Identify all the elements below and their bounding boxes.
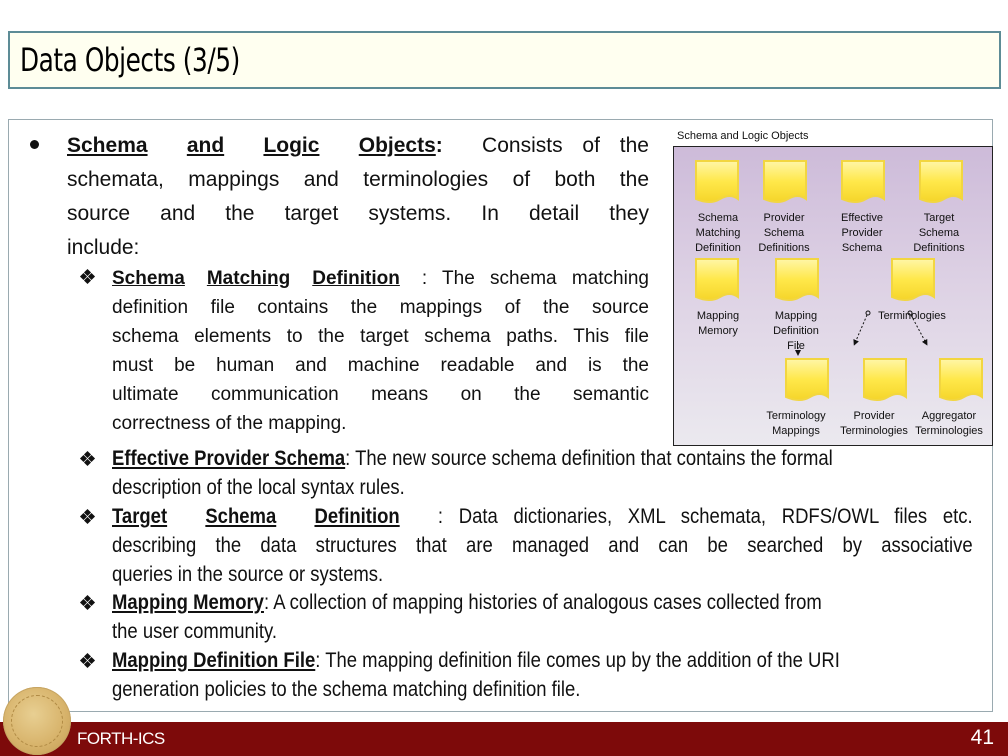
main-bullet-line-2: schemata, mappings and terminologies of … — [67, 168, 649, 191]
term-word: Target — [112, 505, 168, 528]
document-icon — [919, 160, 963, 203]
term-word: Logic — [263, 134, 320, 157]
sub-bullet-text: : The mapping definition file comes up b… — [315, 649, 840, 672]
diamond-bullet-icon — [79, 450, 96, 467]
term-word: Matching — [206, 268, 291, 289]
diamond-bullet-icon — [79, 652, 96, 669]
term: Mapping Definition File — [112, 649, 316, 672]
sub-bullet-2-line-1: Effective Provider Schema: The new sourc… — [112, 445, 973, 473]
sub-bullet-3-line-1: Target Schema Definition : Data dictiona… — [112, 503, 973, 531]
label-line: Schema — [918, 227, 960, 239]
sub-bullet-1-line-6: correctness of the mapping. — [112, 413, 347, 434]
main-bullet-text: Consists of the — [482, 134, 649, 157]
document-icon — [763, 160, 807, 203]
term: Mapping Memory — [112, 591, 264, 614]
label-line: Definitions — [913, 242, 965, 254]
footer-org: FORTH-ICS — [77, 729, 165, 748]
term: Effective Provider Schema — [112, 447, 346, 470]
slide-title: Data Objects (3/5) — [20, 41, 240, 79]
label-line: Aggregator — [921, 410, 977, 422]
diagram-title: Schema and Logic Objects — [677, 130, 809, 142]
sub-bullet-5-line-1: Mapping Definition File: The mapping def… — [112, 647, 973, 675]
term-word: Definition — [312, 268, 400, 289]
sub-bullet-3-line-3: queries in the source or systems. — [112, 563, 384, 586]
document-icon — [841, 160, 885, 203]
document-icon — [863, 358, 907, 401]
term-word: Schema — [205, 505, 277, 528]
term-word-wrap: Objects: — [359, 132, 443, 160]
term-colon: : — [435, 134, 443, 157]
sub-bullet-1-line-3: schema elements to the target schema pat… — [112, 326, 649, 347]
diamond-bullet-icon — [79, 268, 96, 285]
sub-bullet-text: : A collection of mapping histories of a… — [263, 591, 822, 614]
document-icon — [891, 258, 935, 301]
schema-logic-diagram: Schema Matching Definition Provider Schema De… — [673, 146, 993, 446]
diagram-node-label: Target Schema Definitions — [879, 211, 999, 256]
term-word: Schema — [67, 134, 148, 157]
label-line: Mapping — [774, 310, 818, 322]
sub-bullet-1-line-4: must be human and machine readable and i… — [112, 355, 649, 376]
term-word: Schema — [112, 268, 185, 289]
term-word: and — [186, 134, 225, 157]
page-number: 41 — [970, 726, 994, 749]
diagram-node-label: Terminologies — [852, 309, 972, 324]
sub-bullet-2-line-2: description of the local syntax rules. — [112, 476, 405, 499]
sub-bullet-3-line-2: describing the data structures that are … — [112, 534, 973, 557]
document-icon — [785, 358, 829, 401]
label-line: Terminologies — [915, 425, 983, 437]
main-bullet-line-3: source and the target systems. In detail… — [67, 202, 649, 225]
label-line: Target — [923, 212, 955, 224]
document-icon — [775, 258, 819, 301]
sub-bullet-1-line-1: Schema Matching Definition : The schema … — [112, 265, 649, 293]
slide-title-box: Data Objects (3/5) — [8, 31, 1001, 89]
term-word: Objects — [358, 134, 436, 157]
label-line: File — [787, 340, 805, 352]
sub-bullet-4-line-2: the user community. — [112, 620, 278, 643]
sub-bullet-4-line-1: Mapping Memory: A collection of mapping … — [112, 589, 973, 617]
label-line: Definition — [773, 325, 819, 337]
document-icon — [939, 358, 983, 401]
diamond-bullet-icon — [79, 508, 96, 525]
term-word: Definition — [314, 505, 400, 528]
main-bullet-line-4: include: — [67, 236, 140, 259]
document-icon — [695, 160, 739, 203]
sub-bullet-5-line-2: generation policies to the schema matchi… — [112, 678, 581, 701]
main-bullet-line-1: Schema and Logic Objects: Consists of th… — [67, 132, 649, 160]
sub-bullet-text: : Data dictionaries, XML schemata, RDFS/… — [437, 505, 973, 528]
sub-bullet-1-line-2: definition file contains the mappings of… — [112, 297, 649, 318]
sub-bullet-text: : The schema matching — [421, 268, 649, 289]
diamond-bullet-icon — [79, 594, 96, 611]
sub-bullet-1-line-5: ultimate communication means on the sema… — [112, 384, 649, 405]
document-icon — [695, 258, 739, 301]
sub-bullet-text: : The new source schema definition that … — [345, 447, 833, 470]
label-line: Terminologies — [878, 310, 946, 322]
diagram-node-label: Mapping Definition File — [736, 309, 856, 354]
university-seal-logo — [3, 687, 71, 755]
bullet-icon — [30, 140, 39, 149]
diagram-node-label: Aggregator Terminologies — [889, 409, 1008, 439]
